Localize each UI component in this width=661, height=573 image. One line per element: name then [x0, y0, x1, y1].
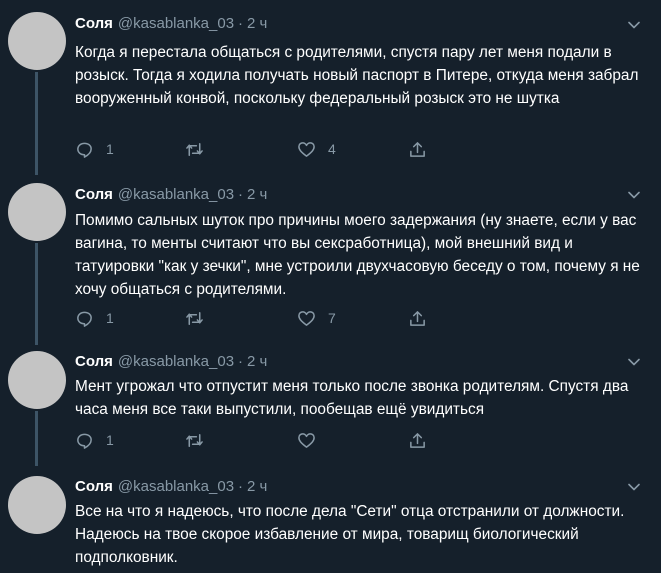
- reply-icon: [77, 433, 92, 449]
- separator: ·: [238, 15, 244, 32]
- tweet-header: Соля @kasablanka_03 · 2 ч: [75, 15, 267, 32]
- tweet-header: Соля @kasablanka_03 · 2 ч: [75, 353, 267, 370]
- chevron-down-icon[interactable]: [627, 480, 641, 494]
- share-button[interactable]: [408, 429, 427, 451]
- tweet-actions: 1 4: [75, 138, 635, 160]
- tweet[interactable]: Соля @kasablanka_03 · 2 ч Мент угрожал что …: [0, 345, 661, 466]
- reply-count: 1: [106, 432, 114, 448]
- author-handle[interactable]: @kasablanka_03: [118, 353, 234, 370]
- thread-line: [35, 411, 38, 466]
- retweet-button[interactable]: [185, 429, 216, 451]
- author-handle[interactable]: @kasablanka_03: [118, 478, 234, 495]
- share-button[interactable]: [408, 307, 427, 329]
- separator: ·: [238, 478, 244, 495]
- tweet-header: Соля @kasablanka_03 · 2 ч: [75, 186, 267, 203]
- tweet-header: Соля @kasablanka_03 · 2 ч: [75, 478, 267, 495]
- timestamp[interactable]: 2 ч: [247, 353, 267, 370]
- tweet[interactable]: Соля @kasablanka_03 · 2 ч Помимо сальных шу…: [0, 175, 661, 345]
- tweet[interactable]: Соля @kasablanka_03 · 2 ч Все на что я наде…: [0, 466, 661, 573]
- chevron-down-icon[interactable]: [627, 18, 641, 32]
- separator: ·: [238, 186, 244, 203]
- author-name[interactable]: Соля: [75, 186, 113, 203]
- tweet-text: Все на что я надеюсь, что после дела "Се…: [75, 503, 625, 566]
- author-name[interactable]: Соля: [75, 353, 113, 370]
- like-button[interactable]: [297, 429, 328, 451]
- reply-count: 1: [106, 141, 114, 157]
- share-icon: [410, 141, 425, 157]
- reply-button[interactable]: 1: [75, 429, 114, 451]
- author-handle[interactable]: @kasablanka_03: [118, 186, 234, 203]
- tweet-text: Когда я перестала общаться с родителями,…: [75, 44, 639, 107]
- share-button[interactable]: [408, 138, 427, 160]
- avatar[interactable]: [8, 183, 66, 241]
- timestamp[interactable]: 2 ч: [247, 186, 267, 203]
- chevron-down-icon[interactable]: [627, 188, 641, 202]
- tweet-actions: 1: [75, 429, 635, 451]
- share-icon: [410, 432, 425, 448]
- retweet-icon: [186, 142, 203, 156]
- tweet[interactable]: Соля @kasablanka_03 · 2 ч Когда я перестала…: [0, 0, 661, 175]
- chevron-down-icon[interactable]: [627, 355, 641, 369]
- retweet-icon: [186, 311, 203, 325]
- reply-button[interactable]: 1: [75, 138, 114, 160]
- avatar[interactable]: [8, 351, 66, 409]
- author-handle[interactable]: @kasablanka_03: [118, 15, 234, 32]
- heart-icon: [298, 310, 315, 326]
- like-button[interactable]: 7: [297, 307, 336, 329]
- like-button[interactable]: 4: [297, 138, 336, 160]
- heart-icon: [298, 141, 315, 157]
- avatar[interactable]: [8, 12, 66, 70]
- tweet-actions: 1 7: [75, 307, 635, 329]
- author-name[interactable]: Соля: [75, 478, 113, 495]
- author-name[interactable]: Соля: [75, 15, 113, 32]
- thread-line: [35, 72, 38, 175]
- heart-icon: [298, 432, 315, 448]
- like-count: 4: [328, 141, 336, 157]
- retweet-button[interactable]: [185, 307, 216, 329]
- tweet-text: Помимо сальных шуток про причины моего з…: [75, 212, 640, 298]
- timestamp[interactable]: 2 ч: [247, 15, 267, 32]
- tweet-text: Мент угрожал что отпустит меня только по…: [75, 378, 629, 418]
- avatar[interactable]: [8, 476, 66, 534]
- timestamp[interactable]: 2 ч: [247, 478, 267, 495]
- reply-count: 1: [106, 310, 114, 326]
- share-icon: [410, 310, 425, 326]
- reply-icon: [77, 142, 92, 158]
- separator: ·: [238, 353, 244, 370]
- retweet-button[interactable]: [185, 138, 216, 160]
- retweet-icon: [186, 433, 203, 447]
- thread-line: [35, 243, 38, 345]
- like-count: 7: [328, 310, 336, 326]
- reply-icon: [77, 311, 92, 327]
- reply-button[interactable]: 1: [75, 307, 114, 329]
